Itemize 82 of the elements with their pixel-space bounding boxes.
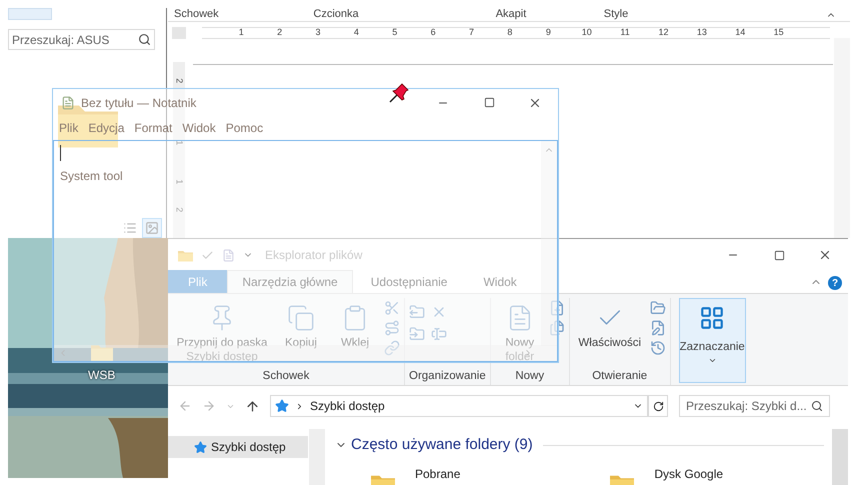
open-icon[interactable] [650, 300, 666, 316]
section-heading[interactable]: Często używane foldery (9) [351, 434, 533, 456]
back-icon[interactable] [178, 399, 192, 413]
ribbon-group-label: Nowy [514, 368, 546, 384]
folder-icon [178, 248, 193, 262]
star-icon [194, 440, 207, 454]
scrollbar[interactable] [309, 429, 325, 485]
ruler-number: 2 [276, 26, 284, 40]
ribbon-group-label: Akapit [494, 7, 528, 22]
ribbon-group-label: Organizowanie [409, 368, 486, 384]
selection-button[interactable]: Zaznaczanie [678, 298, 746, 383]
grid-icon [699, 305, 726, 331]
ribbon-tab[interactable]: Udostępnianie [352, 270, 466, 293]
ruler-number: 5 [391, 26, 398, 40]
ribbon-group-label: Schowek [173, 7, 220, 22]
refresh-icon [652, 400, 664, 412]
notepad-icon [61, 96, 75, 110]
address-bar[interactable]: Szybki dostęp [270, 395, 648, 417]
star-icon [275, 399, 289, 413]
ruler-number: 2 [174, 206, 186, 212]
close-icon [818, 248, 832, 262]
rename-icon[interactable] [431, 326, 447, 342]
help-icon[interactable]: ? [828, 276, 842, 290]
maximize-icon [484, 97, 494, 108]
ruler-number: 1 [174, 179, 186, 184]
ribbon-group-label: Schowek [262, 368, 310, 384]
window-title: Bez tytułu — Notatnik [81, 94, 196, 112]
new-item-icon[interactable] [548, 300, 565, 316]
folder-name[interactable]: Pobrane [415, 464, 460, 485]
maximize-icon [774, 250, 784, 260]
refresh-button[interactable] [648, 395, 668, 417]
ruler-number: 12 [657, 26, 670, 40]
ribbon-button[interactable]: Właściwości [574, 298, 646, 366]
ribbon-group-label: Czcionka [312, 7, 360, 22]
menu-item[interactable]: Widok [182, 119, 216, 137]
copy-to-icon[interactable] [409, 326, 425, 342]
copy-icon [287, 304, 315, 332]
ribbon-tab[interactable]: Narzędzia główne [227, 270, 353, 293]
tab-stop-button[interactable] [172, 27, 186, 39]
tab[interactable] [8, 8, 52, 20]
text-content: System tool [60, 168, 123, 185]
menu-item[interactable]: Plik [59, 119, 78, 137]
desktop-icon-label[interactable]: WSB [88, 366, 116, 384]
chevron-icon [295, 402, 304, 410]
ruler-number: 11 [619, 26, 631, 40]
ruler-number: 1 [238, 26, 245, 40]
up-icon[interactable] [245, 398, 260, 414]
ruler-number: 7 [468, 26, 476, 40]
search-field[interactable]: Przeszukaj: ASUS [8, 29, 155, 50]
history-icon[interactable] [650, 340, 666, 356]
ribbon-group-label: Style [602, 7, 630, 22]
ruler-number: 14 [734, 26, 746, 40]
folder-name[interactable]: Dysk Google [654, 464, 724, 485]
ruler-number: 8 [506, 26, 514, 40]
image-icon [145, 221, 159, 235]
ruler-number: 2 [174, 78, 186, 84]
list-icon [123, 221, 137, 235]
scrollbar[interactable] [834, 38, 850, 238]
ruler-number: 3 [314, 26, 322, 40]
ruler-number: 1 [174, 140, 186, 145]
document-icon[interactable] [222, 248, 235, 262]
edit-icon[interactable] [650, 320, 666, 336]
menu-item[interactable]: Format [134, 119, 172, 137]
ruler-number: 6 [430, 26, 437, 40]
nav-item[interactable]: Szybki dostęp [168, 436, 308, 458]
easy-access-icon[interactable] [548, 320, 565, 336]
ruler-number: 13 [696, 26, 708, 40]
search-field[interactable]: Przeszukaj: Szybki d... [679, 395, 830, 417]
view-button[interactable] [142, 218, 162, 238]
search-icon [811, 400, 823, 412]
scrollbar[interactable] [832, 429, 848, 485]
move-icon[interactable] [409, 304, 425, 320]
ribbon-group-label: Otwieranie [591, 368, 648, 384]
search-icon [138, 33, 151, 46]
forward-icon[interactable] [202, 399, 216, 413]
ruler-number: 10 [580, 26, 593, 40]
ruler-number: 4 [352, 26, 360, 40]
cut-icon[interactable] [384, 300, 400, 316]
ribbon-tab[interactable]: Widok [465, 270, 535, 293]
ruler-number: 15 [772, 26, 785, 40]
menu-item[interactable]: Pomoc [226, 119, 264, 137]
ruler-number: 9 [544, 26, 552, 40]
